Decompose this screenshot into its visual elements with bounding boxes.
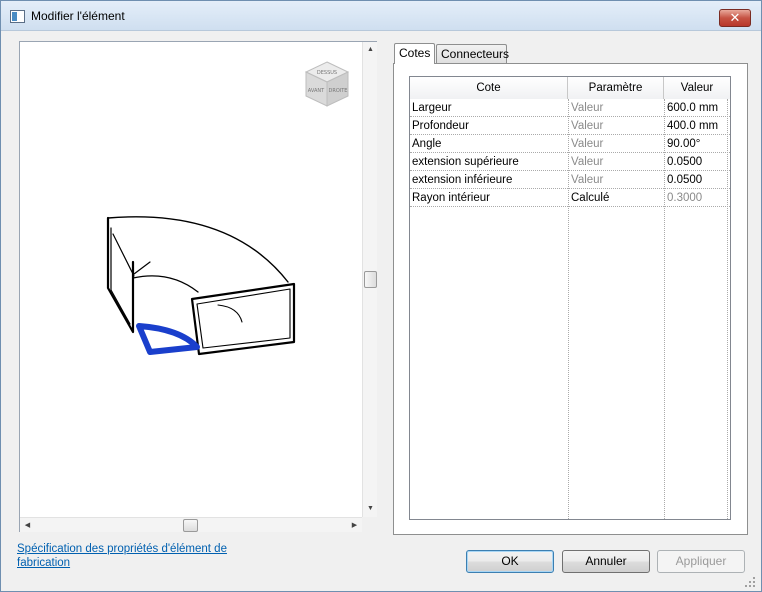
- cancel-button[interactable]: Annuler: [562, 550, 650, 573]
- column-header-parametre[interactable]: Paramètre: [568, 77, 664, 99]
- grid-header: Cote Paramètre Valeur: [410, 77, 730, 99]
- valeur-cell[interactable]: 0.0500: [665, 153, 727, 171]
- tab-connecteurs[interactable]: Connecteurs: [436, 44, 510, 64]
- parametre-cell[interactable]: Valeur: [569, 171, 663, 189]
- app-icon: [10, 10, 25, 23]
- parametre-cell[interactable]: Valeur: [569, 99, 663, 117]
- viewcube-top-label: DESSUS: [317, 70, 337, 76]
- column-header-cote[interactable]: Cote: [410, 77, 568, 99]
- cote-cell: Profondeur: [412, 120, 469, 132]
- table-row[interactable]: Angle Valeur 90.00°: [410, 135, 730, 153]
- close-button[interactable]: ✕: [719, 9, 751, 27]
- valeur-cell[interactable]: 400.0 mm: [665, 117, 727, 135]
- parametre-cell[interactable]: Calculé: [569, 189, 663, 207]
- scroll-left-icon[interactable]: ◀: [20, 518, 35, 533]
- table-row[interactable]: Largeur Valeur 600.0 mm: [410, 99, 730, 117]
- valeur-cell: 0.3000: [667, 192, 703, 204]
- horizontal-scroll-thumb[interactable]: [183, 519, 198, 532]
- fabrication-properties-link[interactable]: Spécification des propriétés d'élément d…: [17, 542, 247, 570]
- tab-cotes[interactable]: Cotes: [394, 43, 435, 64]
- title-bar: Modifier l'élément ✕: [1, 1, 761, 31]
- tab-label: Cotes: [399, 46, 431, 60]
- outer-arc: [107, 216, 289, 283]
- valeur-cell[interactable]: 90.00°: [665, 135, 727, 153]
- scroll-down-icon[interactable]: ▼: [363, 501, 378, 516]
- vertical-scrollbar[interactable]: ▲ ▼: [362, 42, 377, 517]
- scroll-corner: [362, 517, 377, 532]
- column-header-valeur[interactable]: Valeur: [664, 77, 730, 99]
- parametre-cell[interactable]: Valeur: [569, 135, 663, 153]
- viewcube-right-label: DROITE: [329, 88, 348, 94]
- table-row[interactable]: Profondeur Valeur 400.0 mm: [410, 117, 730, 135]
- cote-cell: Rayon intérieur: [412, 192, 490, 204]
- window-title: Modifier l'élément: [31, 9, 125, 23]
- valeur-cell[interactable]: 600.0 mm: [665, 99, 727, 117]
- parametre-cell[interactable]: Valeur: [569, 153, 663, 171]
- apply-button: Appliquer: [657, 550, 745, 573]
- inner-arc: [132, 275, 199, 293]
- cote-cell: extension supérieure: [412, 156, 519, 168]
- selected-connector[interactable]: [136, 323, 200, 355]
- preview-viewport[interactable]: DESSUS AVANT DROITE ▲ ▼ ◀ ▶: [19, 41, 377, 532]
- parametre-cell[interactable]: Valeur: [569, 117, 663, 135]
- table-row[interactable]: extension supérieure Valeur 0.0500: [410, 153, 730, 171]
- table-row[interactable]: Rayon intérieur Calculé 0.3000: [410, 189, 730, 207]
- scroll-right-icon[interactable]: ▶: [347, 518, 362, 533]
- duct-elbow-3d-view[interactable]: [20, 42, 360, 516]
- scroll-up-icon[interactable]: ▲: [363, 42, 378, 57]
- resize-grip-icon[interactable]: [743, 575, 757, 589]
- dialog-window: Modifier l'élément ✕ DESSUS AVANT DROITE…: [0, 0, 762, 592]
- dimensions-grid: Cote Paramètre Valeur Largeur Valeur 600…: [409, 76, 731, 520]
- viewcube-front-label: AVANT: [308, 88, 325, 94]
- close-icon: ✕: [729, 10, 741, 25]
- inlet-face-outer: [106, 216, 135, 334]
- table-row[interactable]: extension inférieure Valeur 0.0500: [410, 171, 730, 189]
- tab-panel-cotes: Cote Paramètre Valeur Largeur Valeur 600…: [393, 63, 748, 535]
- valeur-cell[interactable]: 0.0500: [665, 171, 727, 189]
- cote-cell: extension inférieure: [412, 174, 513, 186]
- vertical-scroll-thumb[interactable]: [364, 271, 377, 288]
- horizontal-scrollbar[interactable]: ◀ ▶: [20, 517, 362, 532]
- cote-cell: Angle: [412, 138, 442, 150]
- cote-cell: Largeur: [412, 102, 452, 114]
- tab-label: Connecteurs: [441, 47, 510, 61]
- ok-button[interactable]: OK: [466, 550, 554, 573]
- viewcube-icon[interactable]: DESSUS AVANT DROITE: [304, 60, 350, 108]
